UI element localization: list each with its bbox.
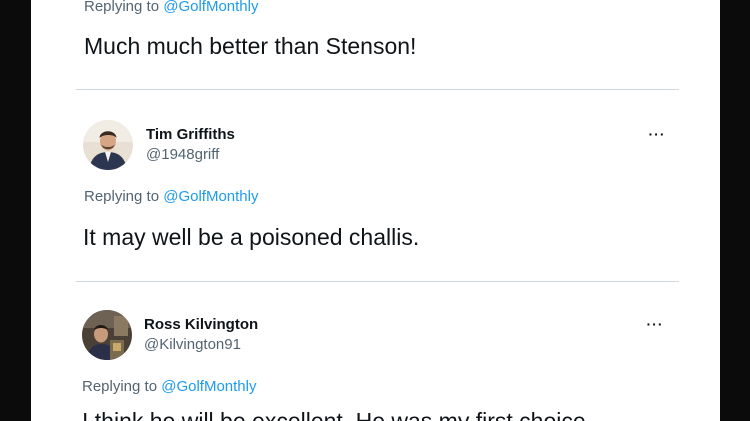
more-options-icon[interactable]: ··· — [645, 317, 665, 331]
avatar-photo — [83, 120, 133, 170]
tweet-thread: Replying to @GolfMonthly Much much bette… — [31, 0, 720, 421]
tweet-text: I think he will be excellent. He was my … — [82, 408, 586, 421]
avatar-photo — [82, 310, 132, 360]
tweet-text: Much much better than Stenson! — [84, 33, 417, 59]
replying-prefix: Replying to — [84, 188, 160, 205]
user-handle[interactable]: @1948griff — [146, 146, 219, 163]
replying-to: Replying to @GolfMonthly — [84, 188, 258, 205]
replying-handle-link[interactable]: @GolfMonthly — [161, 378, 256, 395]
avatar[interactable] — [82, 310, 132, 360]
replying-prefix: Replying to — [82, 378, 158, 395]
replying-prefix: Replying to — [84, 0, 160, 15]
avatar[interactable] — [83, 120, 133, 170]
divider — [76, 281, 679, 282]
replying-handle-link[interactable]: @GolfMonthly — [163, 188, 258, 205]
replying-handle-link[interactable]: @GolfMonthly — [163, 0, 258, 15]
display-name[interactable]: Ross Kilvington — [144, 316, 258, 333]
replying-to: Replying to @GolfMonthly — [84, 0, 258, 15]
user-handle[interactable]: @Kilvington91 — [144, 336, 241, 353]
video-frame: Replying to @GolfMonthly Much much bette… — [0, 0, 750, 421]
display-name[interactable]: Tim Griffiths — [146, 126, 235, 143]
tweet-text: It may well be a poisoned challis. — [83, 224, 420, 250]
more-options-icon[interactable]: ··· — [647, 127, 667, 141]
replying-to: Replying to @GolfMonthly — [82, 378, 256, 395]
divider — [76, 89, 679, 90]
